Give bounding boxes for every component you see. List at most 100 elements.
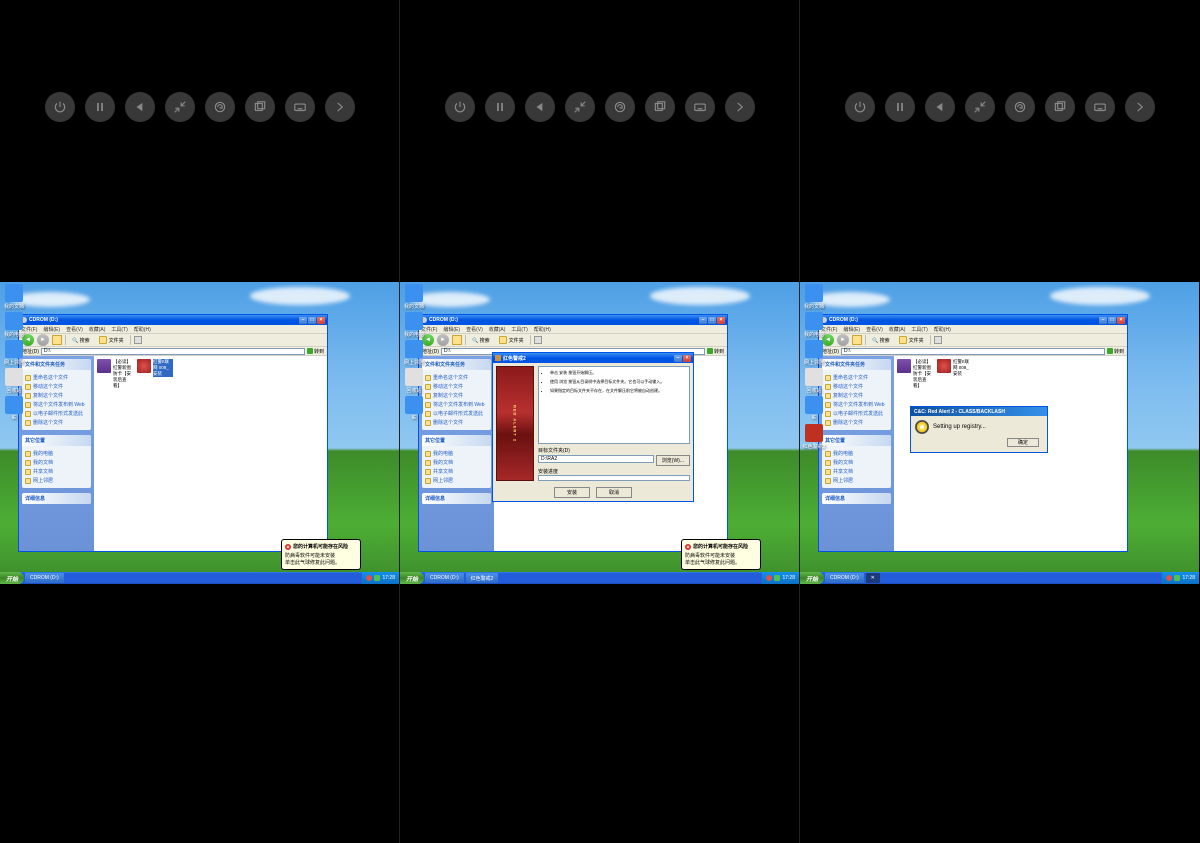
- taskbar-item[interactable]: ✕: [866, 573, 880, 583]
- desktop-icon[interactable]: 我的电脑: [2, 312, 26, 338]
- titlebar[interactable]: CDROM (D:) – □ ×: [419, 315, 727, 325]
- keyboard-button[interactable]: [685, 92, 715, 122]
- maximize-button[interactable]: □: [1108, 317, 1116, 324]
- sidebar-task[interactable]: 移动这个文件: [25, 382, 88, 391]
- sidebar-place[interactable]: 网上邻居: [425, 476, 488, 485]
- browse-button[interactable]: 浏览(W)...: [656, 455, 690, 466]
- sidebar-place[interactable]: 我的电脑: [25, 449, 88, 458]
- sidebar-place[interactable]: 我的电脑: [825, 449, 888, 458]
- address-input[interactable]: D:\: [41, 348, 305, 355]
- desktop-icon[interactable]: 我的文档: [402, 284, 426, 310]
- menu-item[interactable]: 收藏(A): [489, 326, 506, 333]
- dest-input[interactable]: D:\RA2: [538, 455, 654, 463]
- cancel-button[interactable]: 取消: [596, 487, 632, 498]
- sidebar-place[interactable]: 我的文档: [425, 458, 488, 467]
- sb-tasks-header[interactable]: 文件和文件夹任务: [422, 359, 491, 370]
- sidebar-task[interactable]: 重命名这个文件: [425, 373, 488, 382]
- taskbar-item[interactable]: CDROM (D:): [25, 573, 64, 583]
- desktop[interactable]: CDROM (D:) – □ × 文件(F)编辑(E)查看(V)收藏(A)工具(…: [0, 282, 399, 584]
- sidebar-task[interactable]: 以电子邮件形式发送此: [25, 409, 88, 418]
- sidebar-place[interactable]: 我的文档: [25, 458, 88, 467]
- desktop-icon[interactable]: IE: [402, 396, 426, 421]
- power-button[interactable]: [45, 92, 75, 122]
- pause-button[interactable]: [85, 92, 115, 122]
- menu-item[interactable]: 帮助(H): [934, 326, 951, 333]
- sidebar-place[interactable]: 我的文档: [825, 458, 888, 467]
- search-button[interactable]: 🔍 搜索: [69, 336, 93, 345]
- sb-details-header[interactable]: 详细信息: [822, 493, 891, 504]
- desktop-icon[interactable]: 回收站: [2, 368, 26, 394]
- sidebar-task[interactable]: 复制这个文件: [25, 391, 88, 400]
- pause-button[interactable]: [485, 92, 515, 122]
- forward-button[interactable]: [725, 92, 755, 122]
- desktop[interactable]: CDROM (D:) – □ × 文件(F)编辑(E)查看(V)收藏(A)工具(…: [800, 282, 1199, 584]
- desktop-icon[interactable]: 我的文档: [802, 284, 826, 310]
- search-button[interactable]: 🔍 搜索: [469, 336, 493, 345]
- folders-button[interactable]: 文件夹: [96, 335, 127, 345]
- desktop-icon[interactable]: 我的文档: [2, 284, 26, 310]
- go-button[interactable]: 转到: [307, 348, 324, 355]
- clock[interactable]: 17:28: [782, 575, 795, 581]
- menu-item[interactable]: 查看(V): [66, 326, 83, 333]
- power-button[interactable]: [845, 92, 875, 122]
- up-button[interactable]: [52, 335, 62, 345]
- minimize-button[interactable]: –: [1099, 317, 1107, 324]
- search-button[interactable]: 🔍 搜索: [869, 336, 893, 345]
- windowed-button[interactable]: [645, 92, 675, 122]
- sidebar-place[interactable]: 共享文档: [825, 467, 888, 476]
- pause-button[interactable]: [885, 92, 915, 122]
- desktop-icon[interactable]: 回收站: [802, 368, 826, 394]
- menu-item[interactable]: 查看(V): [466, 326, 483, 333]
- desktop[interactable]: CDROM (D:) – □ × 文件(F)编辑(E)查看(V)收藏(A)工具(…: [400, 282, 799, 584]
- sidebar-task[interactable]: 移动这个文件: [425, 382, 488, 391]
- swirl-button[interactable]: [605, 92, 635, 122]
- sidebar-task[interactable]: 将这个文件发布到 Web: [825, 400, 888, 409]
- back-button[interactable]: [525, 92, 555, 122]
- desktop-icon[interactable]: IE: [802, 396, 826, 421]
- minimize-button[interactable]: –: [299, 317, 307, 324]
- file-list[interactable]: 【必读】红警新图防卡【安装后查看】红警II联网 008_安装: [894, 356, 1127, 551]
- swirl-button[interactable]: [205, 92, 235, 122]
- views-button[interactable]: [534, 336, 542, 344]
- system-tray[interactable]: 17:28: [1162, 572, 1199, 584]
- minimize-button[interactable]: –: [699, 317, 707, 324]
- back-button[interactable]: [925, 92, 955, 122]
- tray-icon[interactable]: [366, 575, 372, 581]
- shrink-button[interactable]: [165, 92, 195, 122]
- file-item[interactable]: 【必读】红警新图防卡【安装后查看】: [897, 359, 933, 389]
- menu-item[interactable]: 编辑(E): [843, 326, 860, 333]
- desktop-icon[interactable]: 我的电脑: [402, 312, 426, 338]
- forward-button[interactable]: ►: [37, 334, 49, 346]
- menu-item[interactable]: 编辑(E): [443, 326, 460, 333]
- folders-button[interactable]: 文件夹: [496, 335, 527, 345]
- windowed-button[interactable]: [1045, 92, 1075, 122]
- views-button[interactable]: [134, 336, 142, 344]
- titlebar[interactable]: CDROM (D:) – □ ×: [819, 315, 1127, 325]
- desktop-icon[interactable]: 回收站: [402, 368, 426, 394]
- sidebar-task[interactable]: 复制这个文件: [825, 391, 888, 400]
- sidebar-task[interactable]: 以电子邮件形式发送此: [825, 409, 888, 418]
- menu-item[interactable]: 工具(T): [911, 326, 927, 333]
- forward-button[interactable]: ►: [437, 334, 449, 346]
- sidebar-task[interactable]: 将这个文件发布到 Web: [425, 400, 488, 409]
- menu-item[interactable]: 编辑(E): [43, 326, 60, 333]
- desktop-icon[interactable]: 红色警戒2: [802, 424, 826, 450]
- desktop-icon[interactable]: IE: [2, 396, 26, 421]
- sidebar-task[interactable]: 删除这个文件: [425, 418, 488, 427]
- sidebar-place[interactable]: 网上邻居: [25, 476, 88, 485]
- desktop-icon[interactable]: 网上邻居: [802, 340, 826, 366]
- tray-icon[interactable]: [774, 575, 780, 581]
- system-tray[interactable]: 17:28: [762, 572, 799, 584]
- sb-tasks-header[interactable]: 文件和文件夹任务: [822, 359, 891, 370]
- minimize-button[interactable]: –: [674, 355, 682, 362]
- power-button[interactable]: [445, 92, 475, 122]
- taskbar-item[interactable]: CDROM (D:): [825, 573, 864, 583]
- file-item[interactable]: 红警II联网 008_安装: [137, 359, 173, 389]
- start-button[interactable]: 开始: [400, 572, 424, 584]
- sb-other-header[interactable]: 其它位置: [422, 435, 491, 446]
- start-button[interactable]: 开始: [0, 572, 24, 584]
- sidebar-task[interactable]: 将这个文件发布到 Web: [25, 400, 88, 409]
- file-list[interactable]: 【必读】红警新图防卡【安装后查看】红警II联网 008_安装: [94, 356, 327, 551]
- file-item[interactable]: 【必读】红警新图防卡【安装后查看】: [97, 359, 133, 389]
- titlebar[interactable]: CDROM (D:) – □ ×: [19, 315, 327, 325]
